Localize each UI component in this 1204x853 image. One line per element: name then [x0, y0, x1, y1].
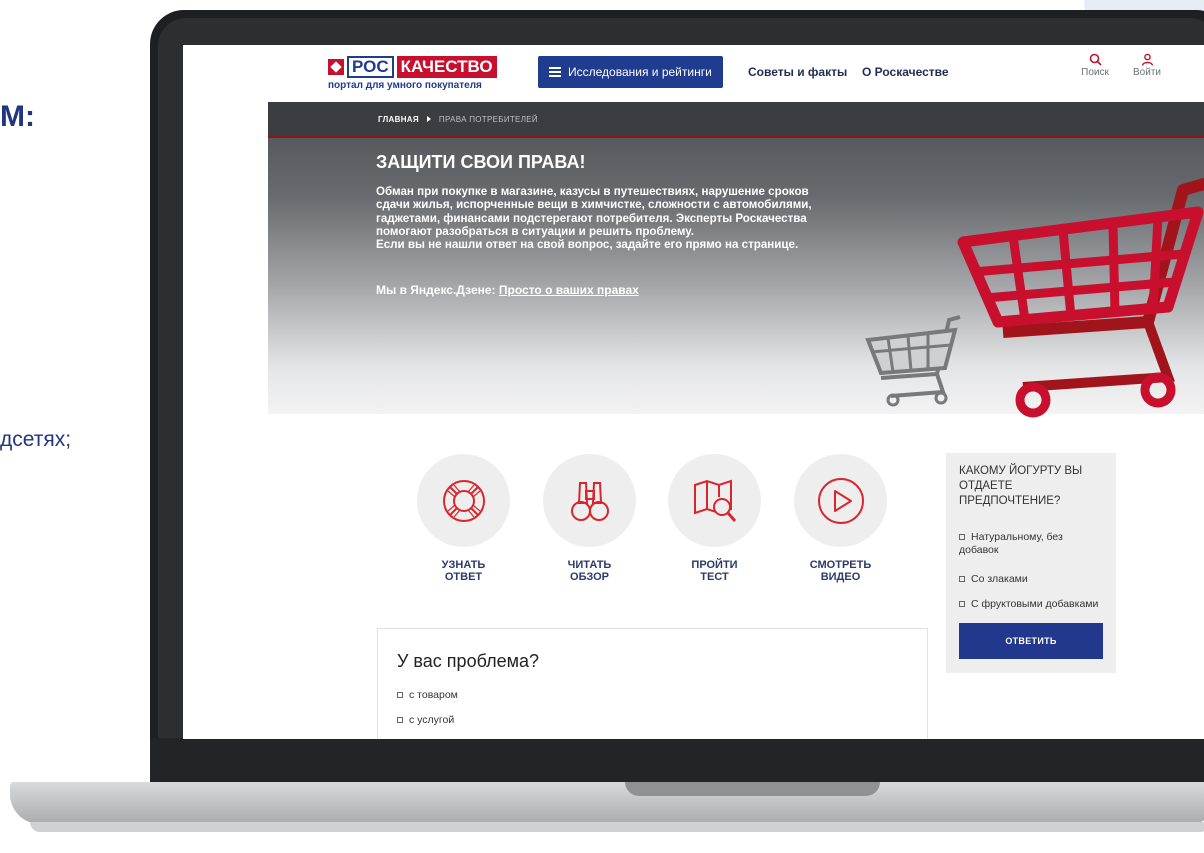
play-icon	[817, 477, 864, 524]
logo-ros: РОС	[347, 56, 394, 78]
site-header: РОС КАЧЕСТВО портал для умного покупател…	[183, 45, 1204, 102]
dzen-link[interactable]: Просто о ваших правах	[499, 283, 639, 297]
hero-line: Обман при покупке в магазине, казусы в п…	[376, 185, 809, 198]
hero-banner: ГЛАВНАЯ ПРАВА ПОТРЕБИТЕЛЕЙ ЗАЩИТИ СВОИ ПР…	[268, 102, 1204, 418]
hero-line: гаджетами, финансами подстерегают потреб…	[376, 211, 807, 225]
shopping-cart-icon	[957, 177, 1204, 418]
search-icon	[1089, 53, 1102, 66]
laptop-screen: РОС КАЧЕСТВО портал для умного покупател…	[183, 45, 1204, 739]
menu-icon	[549, 65, 561, 79]
action-label: ПРОЙТИ ТЕСТ	[691, 559, 738, 583]
binoculars-icon	[570, 481, 609, 521]
checkbox-icon	[959, 576, 965, 582]
login-label: Войти	[1133, 67, 1161, 78]
poll-question: Какому йогурту вы отдаете предпочтение?	[959, 465, 1083, 507]
user-icon	[1141, 53, 1153, 66]
breadcrumb-home[interactable]: ГЛАВНАЯ	[378, 115, 419, 124]
hero-line: Если вы не нашли ответ на свой вопрос, з…	[376, 238, 799, 252]
laptop-notch	[625, 782, 880, 796]
action-label: ЧИТАТЬ ОБЗОР	[567, 559, 612, 583]
hero-line: помогают разобраться в ситуации и решить…	[376, 224, 694, 238]
action-circle	[668, 454, 761, 547]
laptop-shadow	[30, 822, 1204, 832]
checkbox-icon	[959, 534, 965, 540]
problem-title: У вас проблема?	[397, 651, 539, 671]
poll-option[interactable]: С фруктовыми добавками	[959, 598, 1098, 611]
checkbox-icon	[959, 601, 965, 607]
action-watch-video[interactable]: СМОТРЕТЬ ВИДЕО	[793, 454, 888, 583]
research-menu-label: Исследования и рейтинги	[568, 65, 712, 79]
action-circle	[417, 454, 510, 547]
search-label: Поиск	[1081, 67, 1109, 78]
dzen-line: Мы в Яндекс.Дзене: Просто о ваших правах	[376, 283, 639, 297]
problem-option[interactable]: с услугой	[397, 714, 454, 726]
map-search-icon	[693, 479, 736, 522]
logo-tagline: портал для умного покупателя	[328, 80, 482, 91]
dzen-prefix: Мы в Яндекс.Дзене:	[376, 283, 496, 297]
checkbox-icon	[397, 717, 403, 723]
action-circle	[794, 454, 887, 547]
slide-text-fragment: дсетях;	[0, 428, 72, 451]
action-take-test[interactable]: ПРОЙТИ ТЕСТ	[667, 454, 762, 583]
research-menu-button[interactable]: Исследования и рейтинги	[538, 56, 723, 88]
lifebuoy-icon	[442, 479, 485, 522]
hero-title: ЗАЩИТИ СВОИ ПРАВА!	[376, 152, 586, 172]
hero-line: сдачи жилья, испорченные вещи в химчистк…	[376, 198, 812, 212]
action-circle	[543, 454, 636, 547]
breadcrumb: ГЛАВНАЯ ПРАВА ПОТРЕБИТЕЛЕЙ	[378, 115, 538, 124]
nav-about-link[interactable]: О Роскачестве	[862, 65, 949, 79]
house-icon	[328, 59, 344, 75]
action-read-review[interactable]: ЧИТАТЬ ОБЗОР	[542, 454, 637, 583]
action-get-answer[interactable]: УЗНАТЬ ОТВЕТ	[416, 454, 511, 583]
search-button[interactable]: Поиск	[1074, 53, 1116, 78]
checkbox-icon	[397, 692, 403, 698]
breadcrumb-bar: ГЛАВНАЯ ПРАВА ПОТРЕБИТЕЛЕЙ	[268, 102, 1204, 138]
site-logo[interactable]: РОС КАЧЕСТВО портал для умного покупател…	[328, 55, 497, 91]
problem-option[interactable]: с товаром	[397, 689, 458, 701]
action-label: УЗНАТЬ ОТВЕТ	[441, 559, 486, 583]
poll-option[interactable]: Натуральному, без добавок	[959, 531, 1099, 557]
poll-widget: Какому йогурту вы отдаете предпочтение? …	[946, 453, 1116, 673]
login-button[interactable]: Войти	[1126, 53, 1168, 78]
hero-description: Обман при покупке в магазине, казусы в п…	[376, 185, 941, 251]
problem-form: У вас проблема? с товаром с услугой	[377, 628, 928, 739]
laptop-bottom-bezel	[150, 738, 1204, 784]
slide-text-fragment: М:	[0, 100, 35, 133]
logo-kachestvo: КАЧЕСТВО	[396, 56, 497, 78]
action-label: СМОТРЕТЬ ВИДЕО	[809, 559, 872, 583]
small-cart-icon	[865, 315, 961, 407]
breadcrumb-arrow-icon	[426, 116, 431, 122]
laptop-base	[10, 782, 1204, 824]
breadcrumb-current: ПРАВА ПОТРЕБИТЕЛЕЙ	[438, 115, 538, 124]
poll-submit-button[interactable]: ОТВЕТИТЬ	[959, 623, 1103, 659]
poll-option[interactable]: Со злаками	[959, 573, 1028, 586]
nav-tips-link[interactable]: Советы и факты	[748, 65, 847, 79]
